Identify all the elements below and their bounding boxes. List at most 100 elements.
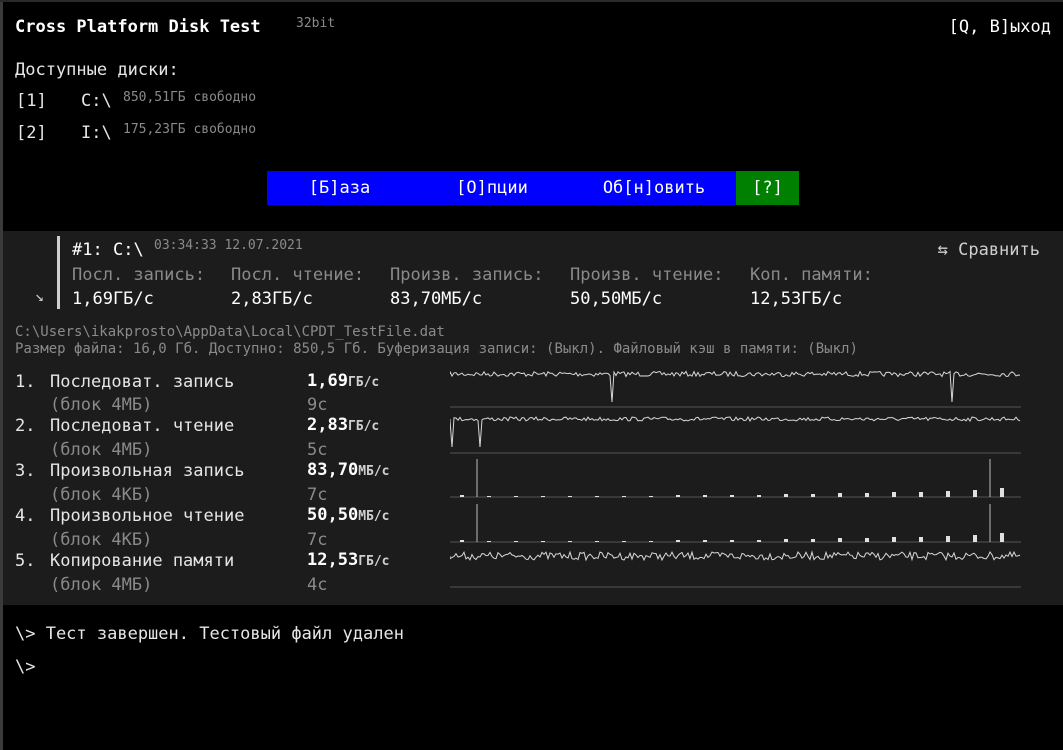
graph-rand-read-bar-2 <box>487 541 491 542</box>
disk-key-2[interactable]: [2] <box>16 123 47 143</box>
test-value-5: 12,53 <box>307 550 359 570</box>
graph-rand-write-bar-14 <box>811 494 815 497</box>
graph-rand-write-bar-1 <box>460 495 464 497</box>
graph-rand-read-bar-12 <box>757 540 761 542</box>
window-top-border <box>0 0 1063 2</box>
graph-seq-write-line <box>450 370 1021 403</box>
graph-rand-write-bar-15 <box>838 493 842 497</box>
test-num-4: 4. <box>15 506 36 526</box>
graph-rand-write-bar-6 <box>595 496 599 497</box>
disk-key-1[interactable]: [1] <box>16 91 47 111</box>
test-unit-5: ГБ/с <box>358 554 390 569</box>
graph-rand-read-bar-9 <box>676 540 680 542</box>
graph-rand-write-bar-10 <box>703 495 707 497</box>
test-value-3: 83,70 <box>307 460 359 480</box>
metric-value-seq-write: 1,69ГБ/с <box>72 289 154 309</box>
expand-arrow-icon[interactable]: ↘ <box>35 287 44 305</box>
graph-rand-write-bar-5 <box>568 496 572 497</box>
console-message: \> Тест завершен. Тестовый файл удален <box>15 624 404 644</box>
test-file-path: C:\Users\ikakprosto\AppData\Local\CPDT_T… <box>15 324 445 340</box>
test-time-1: 9с <box>307 395 328 415</box>
test-name-1: Последоват. запись <box>50 372 235 392</box>
graph-rand-read-bar-13 <box>784 539 788 542</box>
test-block-4: (блок 4КБ) <box>50 530 153 550</box>
graph-seq-read-line <box>450 415 1021 448</box>
disks-heading: Доступные диски: <box>15 60 179 80</box>
test-time-4: 7с <box>307 530 328 550</box>
graph-rand-write-bar-21 <box>1000 488 1004 497</box>
test-time-5: 4с <box>307 575 328 595</box>
graph-rand-read-bar-16 <box>865 538 869 542</box>
run-id: #1: <box>72 240 103 260</box>
run-drive: C:\ <box>113 240 144 260</box>
graph-rand-read-bar-18 <box>919 537 923 542</box>
graph-rand-write-bar-8 <box>649 496 653 497</box>
graph-rand-read-bar-17 <box>892 537 896 542</box>
graph-rand-read-bar-4 <box>541 541 545 542</box>
graph-rand-read-bar-19 <box>946 536 950 542</box>
graph-rand-read-bar-5 <box>568 541 572 542</box>
test-result-5: 12,53ГБ/с <box>307 550 390 570</box>
graph-rand-read-bar-21 <box>1000 533 1004 542</box>
graph-rand-write-bar-17 <box>892 492 896 497</box>
test-time-3: 7с <box>307 485 328 505</box>
graph-rand-read-bar-8 <box>649 541 653 542</box>
graph-rand-write-bar-13 <box>784 494 788 497</box>
test-unit-4: МБ/с <box>358 509 390 524</box>
metric-value-rand-read: 50,50МБ/с <box>570 289 663 309</box>
test-name-2: Последоват. чтение <box>50 416 235 436</box>
test-num-1: 1. <box>15 372 36 392</box>
test-num-3: 3. <box>15 461 36 481</box>
compare-button[interactable]: ⇆ Сравнить <box>938 240 1040 260</box>
graph-mem-copy-line <box>450 550 1021 562</box>
graph-rand-read-bar-15 <box>838 538 842 542</box>
menu-base-button[interactable]: [Б]аза <box>267 171 412 205</box>
test-block-5: (блок 4МБ) <box>50 575 153 595</box>
menu-refresh-button[interactable]: Об[н]овить <box>572 171 736 205</box>
test-block-3: (блок 4КБ) <box>50 485 153 505</box>
graph-rand-write-bar-20 <box>973 490 977 497</box>
test-result-3: 83,70МБ/с <box>307 460 390 480</box>
graph-rand-write-bar-16 <box>865 493 869 497</box>
run-card-border <box>57 236 60 309</box>
disk-path-2[interactable]: I:\ <box>81 123 112 143</box>
graph-rand-read-bar-11 <box>730 540 734 542</box>
test-block-2: (блок 4МБ) <box>50 440 153 460</box>
throughput-graphs <box>450 370 1021 588</box>
test-name-5: Копирование памяти <box>50 551 235 571</box>
metric-value-seq-read: 2,83ГБ/с <box>231 289 313 309</box>
metric-value-rand-write: 83,70МБ/с <box>390 289 483 309</box>
app-title: Cross Platform Disk Test <box>15 17 261 37</box>
metric-label-seq-write: Посл. запись: <box>72 265 206 285</box>
test-block-1: (блок 4МБ) <box>50 395 153 415</box>
graph-rand-read-bar-14 <box>811 539 815 542</box>
test-result-1: 1,69ГБ/с <box>307 371 379 391</box>
test-num-5: 5. <box>15 551 36 571</box>
test-unit-3: МБ/с <box>358 464 390 479</box>
graph-rand-write-bar-11 <box>730 495 734 497</box>
disk-free-2: 175,23ГБ свободно <box>123 122 257 137</box>
test-num-2: 2. <box>15 416 36 436</box>
disk-path-1[interactable]: C:\ <box>81 91 112 111</box>
graph-rand-write-bar-7 <box>622 496 626 497</box>
menu-options-button[interactable]: [О]пции <box>412 171 572 205</box>
metric-value-mem-copy: 12,53ГБ/с <box>750 289 843 309</box>
graph-rand-write-bar-19 <box>946 491 950 497</box>
exit-button[interactable]: [Q, В]ыход <box>949 17 1051 37</box>
graph-rand-write-bar-18 <box>919 492 923 497</box>
metric-label-seq-read: Посл. чтение: <box>231 265 365 285</box>
metric-label-mem-copy: Коп. памяти: <box>750 265 873 285</box>
graph-rand-write-bar-4 <box>541 496 545 497</box>
graph-rand-read-bar-3 <box>514 541 518 542</box>
metric-label-rand-read: Произв. чтение: <box>570 265 724 285</box>
graph-rand-write-bar-9 <box>676 495 680 497</box>
run-timestamp: 03:34:33 12.07.2021 <box>154 238 303 253</box>
console-prompt[interactable]: \> <box>15 657 35 677</box>
graph-rand-write-bar-3 <box>514 496 518 497</box>
graph-rand-read-bar-1 <box>460 540 464 542</box>
graph-rand-read-bar-10 <box>703 540 707 542</box>
graph-rand-read-bar-6 <box>595 541 599 542</box>
menu-help-button[interactable]: [?] <box>736 171 799 205</box>
test-result-4: 50,50МБ/с <box>307 505 390 525</box>
test-name-3: Произвольная запись <box>50 461 245 481</box>
